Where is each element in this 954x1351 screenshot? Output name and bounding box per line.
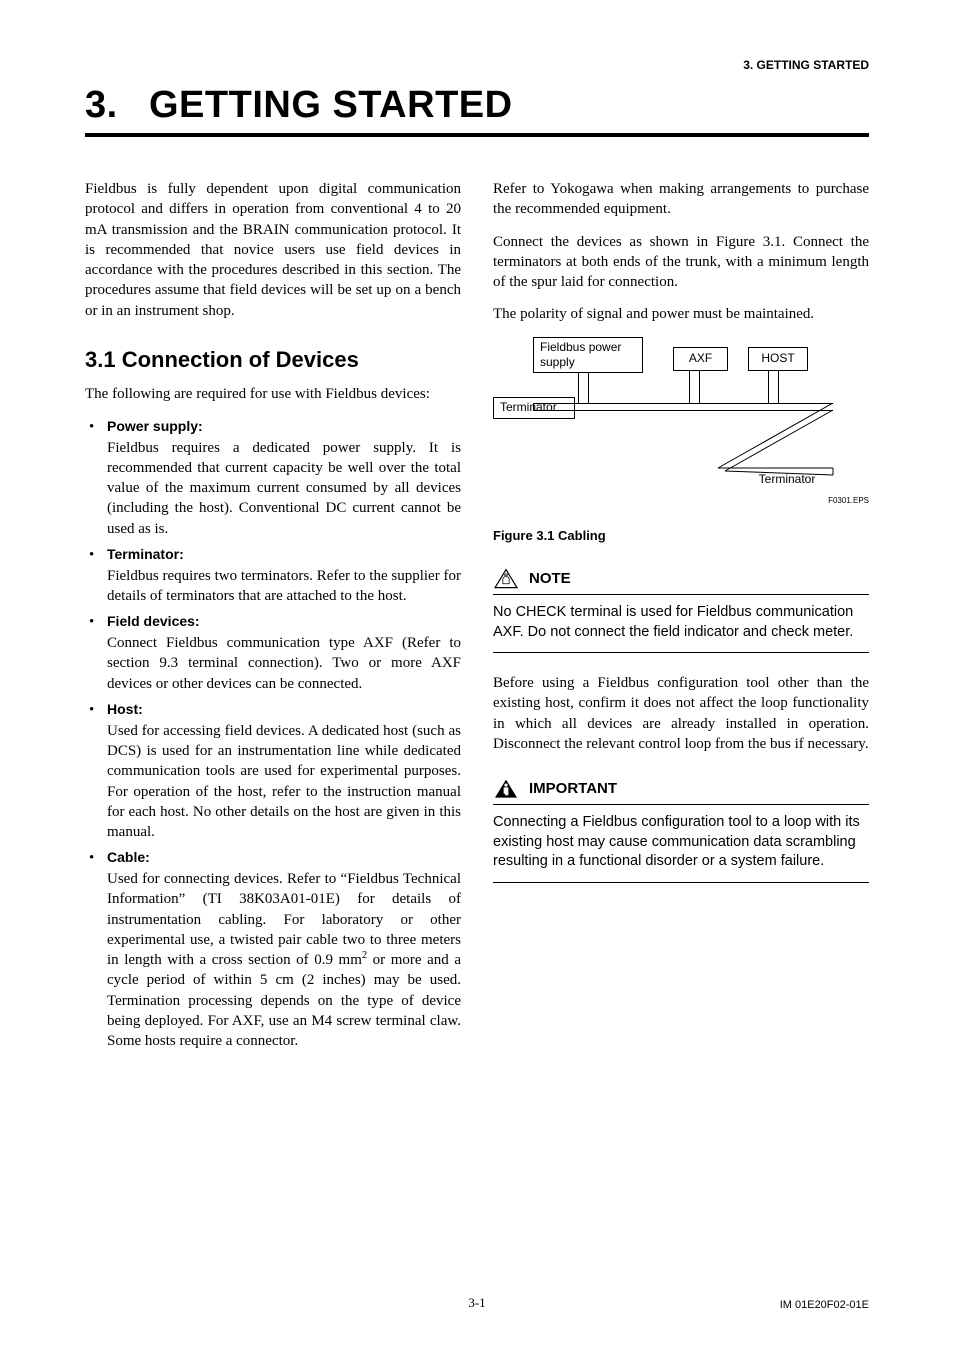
item-body: Fieldbus requires two terminators. Refer… (107, 566, 461, 607)
important-label: IMPORTANT (529, 779, 617, 799)
section-lead: The following are required for use with … (85, 384, 461, 404)
intro-paragraph: Fieldbus is fully dependent upon digital… (85, 179, 461, 321)
paragraph: Connect the devices as shown in Figure 3… (493, 232, 869, 293)
figure-caption: Figure 3.1 Cabling (493, 527, 869, 545)
diagram-eps-label: F0301.EPS (828, 496, 869, 507)
note-rule (493, 594, 869, 595)
chapter-number: 3. (85, 84, 149, 127)
diagram-box-terminator: Terminator (493, 397, 575, 419)
list-item: Power supply: Fieldbus requires a dedica… (85, 417, 461, 539)
note-end-rule (493, 652, 869, 653)
paragraph: Refer to Yokogawa when making arrangemen… (493, 179, 869, 220)
item-title: Terminator: (107, 545, 461, 564)
section-heading: 3.1 Connection of Devices (85, 345, 461, 375)
important-end-rule (493, 882, 869, 883)
paragraph: The polarity of signal and power must be… (493, 304, 869, 324)
list-item: Host: Used for accessing field devices. … (85, 700, 461, 842)
footer-page-number: 3-1 (468, 1295, 485, 1311)
diagram-box-axf: AXF (673, 347, 728, 371)
list-item: Terminator: Fieldbus requires two termin… (85, 545, 461, 606)
diagram-box-host: HOST (748, 347, 808, 371)
item-body: Used for accessing field devices. A dedi… (107, 721, 461, 843)
note-body: No CHECK terminal is used for Fieldbus c… (493, 603, 869, 642)
cabling-diagram: Fieldbus power supply AXF HOST Terminato… (493, 337, 869, 545)
important-body: Connecting a Fieldbus configuration tool… (493, 813, 869, 872)
bullet-list: Power supply: Fieldbus requires a dedica… (85, 417, 461, 1052)
list-item: Field devices: Connect Fieldbus communic… (85, 612, 461, 694)
diagram-box-power: Fieldbus power supply (533, 337, 643, 373)
note-callout: NOTE No CHECK terminal is used for Field… (493, 568, 869, 653)
item-body: Used for connecting devices. Refer to “F… (107, 869, 461, 1051)
item-title: Host: (107, 700, 461, 719)
columns: Fieldbus is fully dependent upon digital… (85, 179, 869, 1057)
item-title: Power supply: (107, 417, 461, 436)
left-column: Fieldbus is fully dependent upon digital… (85, 179, 461, 1057)
page: 3. GETTING STARTED 3.GETTING STARTED Fie… (0, 0, 954, 1351)
chapter-text: GETTING STARTED (149, 84, 513, 126)
paragraph: Before using a Fieldbus configuration to… (493, 673, 869, 754)
chapter-rule (85, 133, 869, 137)
chapter-title: 3.GETTING STARTED (85, 84, 869, 127)
item-title: Cable: (107, 848, 461, 867)
right-column: Refer to Yokogawa when making arrangemen… (493, 179, 869, 1057)
footer-doc-id: IM 01E20F02-01E (780, 1299, 869, 1311)
item-title: Field devices: (107, 612, 461, 631)
list-item: Cable: Used for connecting devices. Refe… (85, 848, 461, 1051)
diagram-spur (693, 403, 843, 483)
important-callout: IMPORTANT Connecting a Fieldbus configur… (493, 778, 869, 883)
note-icon (493, 568, 519, 590)
running-head: 3. GETTING STARTED (743, 58, 869, 72)
note-label: NOTE (529, 569, 571, 589)
important-icon (493, 778, 519, 800)
important-rule (493, 804, 869, 805)
item-body: Connect Fieldbus communication type AXF … (107, 633, 461, 694)
item-body: Fieldbus requires a dedicated power supp… (107, 438, 461, 539)
